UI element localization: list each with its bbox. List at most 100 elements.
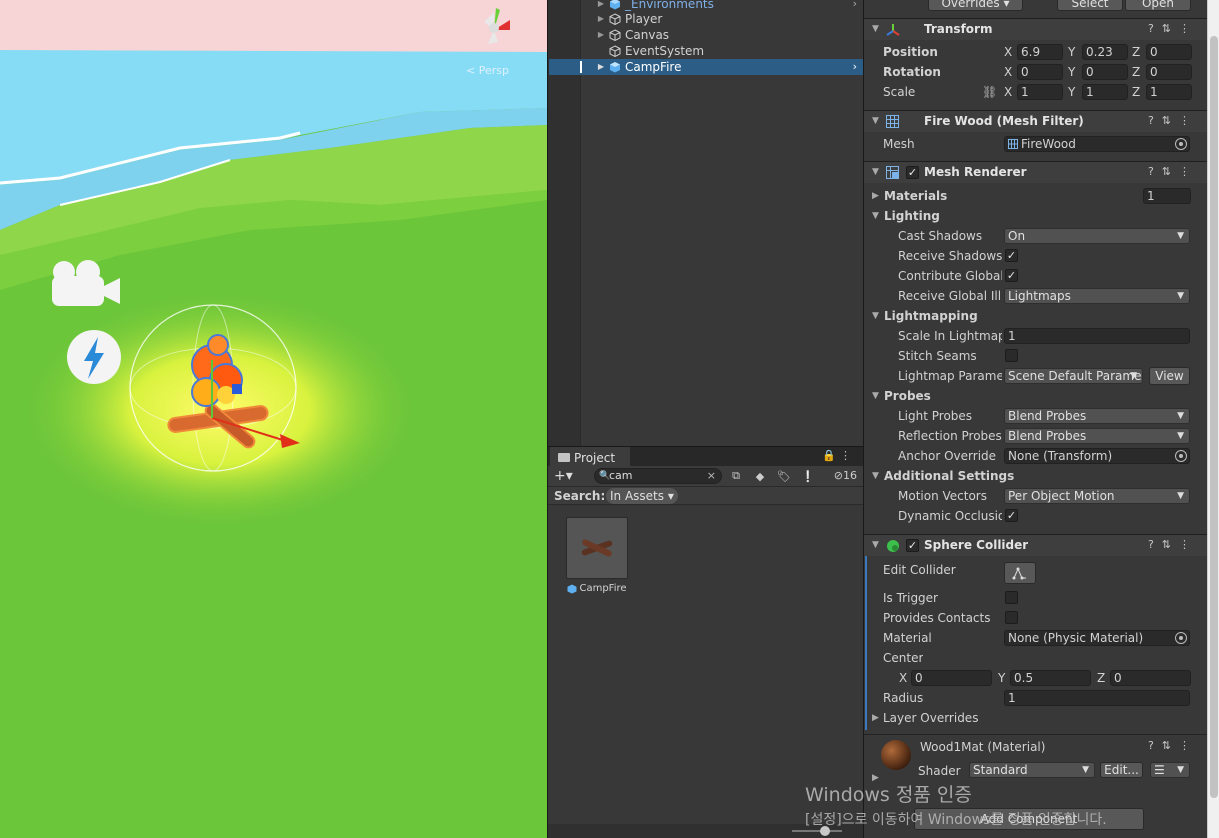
- probes-foldout[interactable]: ▼ Probes: [864, 386, 1207, 406]
- scale-label[interactable]: Scale: [883, 85, 915, 99]
- reflection-probes-dropdown[interactable]: Blend Probes ▼: [1004, 428, 1190, 444]
- axis-y-label[interactable]: Y: [1068, 65, 1075, 79]
- fold-arrow-icon[interactable]: ▶: [872, 191, 879, 201]
- rotation-x-field[interactable]: 0: [1017, 64, 1063, 80]
- fold-arrow-icon[interactable]: ▼: [872, 211, 879, 221]
- fold-arrow-icon[interactable]: ▼: [872, 540, 879, 550]
- mesh-object-field[interactable]: FireWood: [1004, 136, 1190, 152]
- axis-y-label[interactable]: Y: [1068, 85, 1075, 99]
- lightmapping-foldout[interactable]: ▼ Lightmapping: [864, 306, 1207, 326]
- axis-x-label[interactable]: X: [1004, 65, 1012, 79]
- center-x-field[interactable]: 0: [911, 670, 992, 686]
- scene-view[interactable]: < Persp: [0, 0, 547, 838]
- component-menu-icons[interactable]: ?⇅⋮: [1148, 165, 1198, 178]
- receive-shadows-checkbox[interactable]: ✓: [1005, 249, 1018, 262]
- rotation-z-field[interactable]: 0: [1146, 64, 1192, 80]
- rotation-y-field[interactable]: 0: [1082, 64, 1128, 80]
- axis-z-label[interactable]: Z: [1132, 85, 1140, 99]
- additional-settings-foldout[interactable]: ▼ Additional Settings: [864, 466, 1207, 486]
- filter-by-type-icon[interactable]: ◆: [750, 468, 770, 484]
- hierarchy-item-eventsystem[interactable]: ▶ EventSystem: [581, 43, 863, 59]
- component-menu-icons[interactable]: ?⇅⋮: [1148, 739, 1198, 752]
- sphere-collider-header[interactable]: ▼ ✓ Sphere Collider ?⇅⋮: [864, 534, 1207, 556]
- projection-label[interactable]: < Persp: [466, 64, 509, 77]
- project-search-input[interactable]: 🔍 cam ×: [594, 468, 722, 484]
- filter-by-label-icon[interactable]: 🏷: [774, 468, 794, 484]
- camera-gizmo-icon[interactable]: [50, 258, 122, 308]
- edit-collider-button[interactable]: [1004, 562, 1036, 584]
- motion-vectors-dropdown[interactable]: Per Object Motion ▼: [1004, 488, 1190, 504]
- lighting-foldout[interactable]: ▼ Lighting: [864, 206, 1207, 226]
- mesh-filter-header[interactable]: ▼ Fire Wood (Mesh Filter) ?⇅⋮: [864, 110, 1207, 132]
- shader-options-dropdown[interactable]: ☰ ▼: [1150, 762, 1190, 778]
- constrain-proportions-icon[interactable]: ⛓: [982, 85, 997, 99]
- transform-header[interactable]: ▼ Transform ?⇅⋮: [864, 18, 1207, 40]
- axis-x-label[interactable]: X: [899, 671, 907, 685]
- position-label[interactable]: Position: [883, 45, 938, 59]
- axis-z-label[interactable]: Z: [1097, 671, 1105, 685]
- expand-arrow-icon[interactable]: ▶: [595, 11, 607, 27]
- hierarchy-item-player[interactable]: ▶ Player: [581, 11, 863, 27]
- asset-tile-campfire[interactable]: CampFire: [566, 517, 628, 594]
- provides-contacts-checkbox[interactable]: [1005, 611, 1018, 624]
- hierarchy-item-campfire[interactable]: ▶ CampFire ›: [549, 59, 863, 75]
- search-scope-dropdown[interactable]: In Assets ▾: [606, 488, 678, 504]
- light-gizmo-icon[interactable]: [66, 329, 123, 386]
- mesh-renderer-header[interactable]: ▼ ✓ Mesh Renderer ?⇅⋮: [864, 161, 1207, 183]
- expand-arrow-icon[interactable]: ▶: [595, 27, 607, 43]
- component-menu-icons[interactable]: ?⇅⋮: [1148, 114, 1198, 127]
- position-z-field[interactable]: 0: [1146, 44, 1192, 60]
- tab-project[interactable]: Project: [550, 447, 630, 466]
- fold-arrow-icon[interactable]: ▼: [872, 471, 879, 481]
- inspector-scrollbar[interactable]: [1207, 0, 1219, 838]
- overrides-dropdown[interactable]: Overrides ▾: [928, 0, 1023, 11]
- view-button[interactable]: View: [1149, 367, 1190, 385]
- hierarchy-item-canvas[interactable]: ▶ Canvas: [581, 27, 863, 43]
- scale-x-field[interactable]: 1: [1017, 84, 1063, 100]
- panel-menu-icons[interactable]: 🔒⋮: [822, 449, 855, 462]
- add-asset-button[interactable]: +▾: [554, 468, 573, 484]
- clear-search-icon[interactable]: ×: [707, 469, 716, 483]
- object-picker-icon[interactable]: [1175, 450, 1187, 462]
- lightmap-params-dropdown[interactable]: Scene Default Parame ▼: [1004, 368, 1143, 384]
- materials-row[interactable]: ▶ Materials 1: [864, 186, 1207, 206]
- scale-y-field[interactable]: 1: [1082, 84, 1128, 100]
- physic-material-field[interactable]: None (Physic Material): [1004, 630, 1190, 646]
- orientation-gizmo[interactable]: [466, 0, 528, 48]
- center-y-field[interactable]: 0.5: [1010, 670, 1091, 686]
- cast-shadows-dropdown[interactable]: On ▼: [1004, 228, 1190, 244]
- axis-y-label[interactable]: Y: [998, 671, 1005, 685]
- component-menu-icons[interactable]: ?⇅⋮: [1148, 22, 1198, 35]
- fold-arrow-icon[interactable]: ▼: [872, 24, 879, 34]
- object-picker-icon[interactable]: [1175, 632, 1187, 644]
- stitch-seams-checkbox[interactable]: [1005, 349, 1018, 362]
- select-button[interactable]: Select: [1057, 0, 1123, 11]
- enabled-checkbox[interactable]: ✓: [906, 539, 919, 552]
- center-z-field[interactable]: 0: [1110, 670, 1191, 686]
- materials-count-field[interactable]: 1: [1143, 188, 1191, 204]
- dynamic-occlusion-checkbox[interactable]: ✓: [1005, 509, 1018, 522]
- log-filter-icon[interactable]: ❕: [798, 468, 818, 484]
- scale-z-field[interactable]: 1: [1146, 84, 1192, 100]
- edit-shader-button[interactable]: Edit...: [1100, 762, 1143, 778]
- position-x-field[interactable]: 6.9: [1017, 44, 1063, 60]
- axis-z-label[interactable]: Z: [1132, 65, 1140, 79]
- receive-gi-dropdown[interactable]: Lightmaps ▼: [1004, 288, 1190, 304]
- light-probes-dropdown[interactable]: Blend Probes ▼: [1004, 408, 1190, 424]
- scrollbar-thumb[interactable]: [1210, 36, 1218, 798]
- shader-dropdown[interactable]: Standard ▼: [969, 762, 1095, 778]
- anchor-override-field[interactable]: None (Transform): [1004, 448, 1190, 464]
- enabled-checkbox[interactable]: ✓: [906, 166, 919, 179]
- axis-x-label[interactable]: X: [1004, 85, 1012, 99]
- axis-x-label[interactable]: X: [1004, 45, 1012, 59]
- axis-z-label[interactable]: Z: [1132, 45, 1140, 59]
- fold-arrow-icon[interactable]: ▼: [872, 311, 879, 321]
- fold-arrow-icon[interactable]: ▼: [872, 391, 879, 401]
- layer-overrides-foldout[interactable]: ▶ Layer Overrides: [864, 708, 1207, 728]
- contribute-gi-checkbox[interactable]: ✓: [1005, 269, 1018, 282]
- hidden-packages-count[interactable]: ⊘16: [834, 469, 857, 482]
- position-y-field[interactable]: 0.23: [1082, 44, 1128, 60]
- component-menu-icons[interactable]: ?⇅⋮: [1148, 538, 1198, 551]
- radius-field[interactable]: 1: [1004, 690, 1190, 706]
- is-trigger-checkbox[interactable]: [1005, 591, 1018, 604]
